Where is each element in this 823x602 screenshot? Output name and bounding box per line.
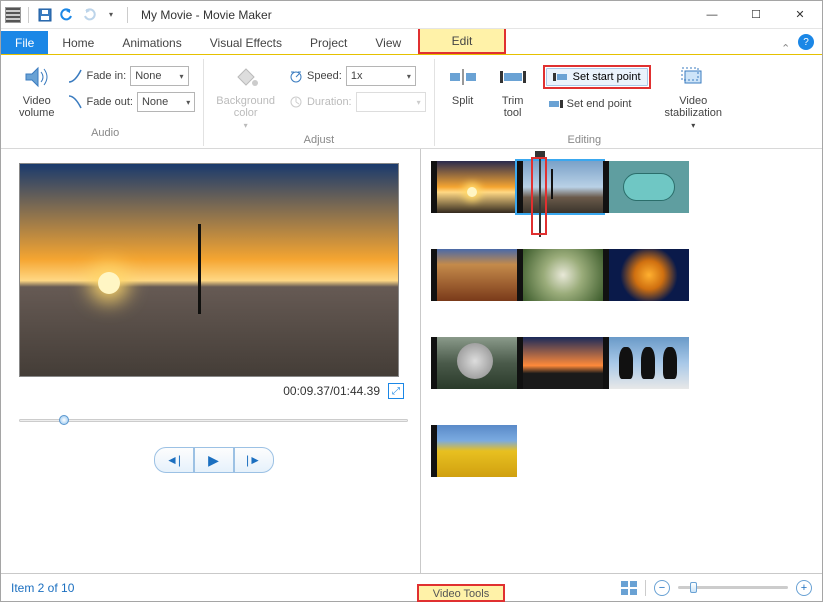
set-end-point-button[interactable]: Set end point	[543, 93, 651, 115]
speed-icon	[289, 69, 303, 83]
tab-animations[interactable]: Animations	[108, 31, 195, 54]
group-label-audio: Audio	[91, 127, 119, 139]
duration-label: Duration:	[307, 96, 352, 108]
fade-out-label: Fade out:	[86, 96, 132, 108]
status-bar: Item 2 of 10 − +	[1, 573, 822, 601]
ribbon-group-audio: Video volume Fade in: None▾ Fade out: No…	[7, 59, 204, 146]
background-color-button[interactable]: Background color ▾	[212, 59, 279, 132]
speaker-icon	[21, 61, 53, 93]
set-end-label: Set end point	[567, 98, 632, 110]
fade-in-label: Fade in:	[86, 70, 126, 82]
maximize-button[interactable]: ☐	[734, 1, 778, 29]
minimize-button[interactable]: —	[690, 1, 734, 29]
app-icon	[5, 7, 21, 23]
window-title: My Movie - Movie Maker	[141, 8, 272, 22]
clip-8[interactable]	[517, 337, 603, 389]
stabilization-icon	[677, 61, 709, 93]
prev-frame-button[interactable]: ◄|	[154, 447, 194, 473]
qat-dropdown[interactable]: ▾	[102, 6, 120, 24]
redo-button[interactable]	[80, 6, 98, 24]
close-button[interactable]: ✕	[778, 1, 822, 29]
ribbon-group-adjust: Background color ▾ Speed: 1x▾ Duration: …	[204, 59, 434, 146]
set-start-point-button[interactable]: Set start point	[546, 68, 648, 86]
ribbon: Video volume Fade in: None▾ Fade out: No…	[1, 55, 822, 149]
clip-1[interactable]	[431, 161, 517, 213]
tab-view[interactable]: View	[361, 31, 415, 54]
video-volume-button[interactable]: Video volume	[15, 59, 58, 121]
title-bar: ▾ My Movie - Movie Maker Video Tools — ☐…	[1, 1, 822, 29]
set-start-label: Set start point	[573, 71, 641, 83]
quick-access-toolbar: ▾ My Movie - Movie Maker	[1, 6, 272, 24]
duration-icon	[289, 95, 303, 109]
tab-project[interactable]: Project	[296, 31, 361, 54]
video-stabilization-button[interactable]: Video stabilization ▾	[661, 59, 726, 132]
zoom-in-button[interactable]: +	[796, 580, 812, 596]
playhead-highlight	[531, 157, 547, 235]
preview-frame[interactable]	[19, 163, 399, 377]
duration-combo: ▾	[356, 92, 426, 112]
clip-7[interactable]	[431, 337, 517, 389]
clip-row-3	[431, 337, 812, 389]
stabilization-label: Video stabilization	[665, 95, 722, 119]
fade-in-combo[interactable]: None▾	[130, 66, 188, 86]
clip-row-4	[431, 425, 812, 477]
clip-3-title[interactable]	[603, 161, 689, 213]
clip-row-1	[431, 161, 812, 213]
play-button[interactable]: ▶	[194, 447, 234, 473]
clip-9[interactable]	[603, 337, 689, 389]
tab-edit[interactable]: Edit	[418, 29, 506, 54]
zoom-out-button[interactable]: −	[654, 580, 670, 596]
clip-row-2	[431, 249, 812, 301]
bg-color-label: Background color	[216, 95, 275, 119]
playback-controls: ◄| ▶ |►	[19, 447, 408, 473]
group-label-adjust: Adjust	[304, 134, 335, 146]
next-frame-button[interactable]: |►	[234, 447, 274, 473]
fade-in-icon	[68, 69, 82, 83]
collapse-ribbon-button[interactable]: ⌄	[775, 41, 796, 54]
ribbon-tabs: File Home Animations Visual Effects Proj…	[1, 29, 822, 55]
zoom-slider[interactable]	[678, 586, 788, 589]
content-area: 00:09.37/01:44.39 ⤢ ◄| ▶ |►	[1, 149, 822, 573]
thumbnail-view-button[interactable]	[621, 581, 637, 595]
tab-visual-effects[interactable]: Visual Effects	[196, 31, 296, 54]
start-point-icon	[553, 71, 567, 83]
clip-10[interactable]	[431, 425, 517, 477]
fade-out-combo[interactable]: None▾	[137, 92, 195, 112]
zoom-thumb[interactable]	[690, 582, 697, 593]
paint-bucket-icon	[230, 61, 262, 93]
tab-file[interactable]: File	[1, 31, 48, 54]
context-tab-group: Video Tools	[417, 584, 505, 602]
clip-5[interactable]	[517, 249, 603, 301]
preview-pane: 00:09.37/01:44.39 ⤢ ◄| ▶ |►	[1, 149, 421, 573]
end-point-icon	[549, 98, 563, 110]
time-display: 00:09.37/01:44.39	[283, 384, 380, 398]
fade-out-icon	[68, 95, 82, 109]
seek-slider[interactable]	[19, 413, 408, 427]
clip-2-selected[interactable]	[517, 161, 603, 213]
clip-4[interactable]	[431, 249, 517, 301]
save-button[interactable]	[36, 6, 54, 24]
trim-label: Trim tool	[502, 95, 524, 119]
speed-combo[interactable]: 1x▾	[346, 66, 416, 86]
undo-button[interactable]	[58, 6, 76, 24]
group-label-editing: Editing	[567, 134, 601, 146]
fullscreen-button[interactable]: ⤢	[388, 383, 404, 399]
status-item-count: Item 2 of 10	[11, 581, 74, 595]
seek-thumb[interactable]	[59, 415, 69, 425]
tab-home[interactable]: Home	[48, 31, 108, 54]
video-volume-label: Video volume	[19, 95, 54, 119]
help-button[interactable]: ?	[798, 34, 814, 50]
speed-label: Speed:	[307, 70, 342, 82]
clip-6[interactable]	[603, 249, 689, 301]
